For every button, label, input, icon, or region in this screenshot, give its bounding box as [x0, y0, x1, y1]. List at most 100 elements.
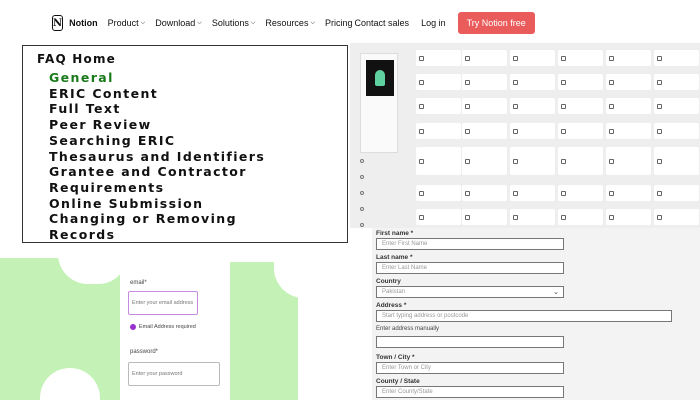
sidebar-item[interactable] — [360, 159, 406, 163]
grid-tile[interactable] — [654, 147, 699, 175]
email-input[interactable]: Enter your email address — [128, 291, 198, 315]
faq-link-searching-eric[interactable]: Searching ERIC — [49, 133, 265, 149]
notion-logo-icon[interactable]: N — [52, 15, 64, 31]
grid-tile[interactable] — [558, 98, 603, 114]
grid-tile[interactable] — [606, 50, 651, 66]
nav-solutions[interactable]: Solutions ⌵ — [212, 18, 256, 28]
grid-tile[interactable] — [606, 209, 651, 225]
nav-product[interactable]: Product ⌵ — [108, 18, 146, 28]
tile-icon — [419, 190, 424, 196]
faq-link-grantee-cont[interactable]: Requirements — [49, 180, 265, 196]
sidebar-item[interactable] — [360, 223, 406, 227]
tile-icon — [561, 214, 566, 220]
notion-brand[interactable]: Notion — [69, 18, 98, 28]
grid-tile[interactable] — [510, 50, 555, 66]
grid-tile[interactable] — [416, 147, 461, 175]
faq-link-eric-content[interactable]: ERIC Content — [49, 86, 265, 102]
tile-icon — [561, 55, 566, 61]
grid-tile[interactable] — [416, 123, 461, 139]
grid-tile[interactable] — [462, 123, 507, 139]
country-select[interactable]: Pakistan ⌄ — [376, 286, 564, 298]
nav-solutions-label: Solutions — [211, 18, 249, 28]
grid-tile[interactable] — [654, 209, 699, 225]
tile-icon — [657, 190, 662, 196]
grid-tile[interactable] — [416, 74, 461, 90]
faq-link-full-text[interactable]: Full Text — [49, 101, 265, 117]
login-link[interactable]: Log in — [421, 18, 446, 28]
faq-link-thesaurus[interactable]: Thesaurus and Identifiers — [49, 149, 265, 165]
tile-icon — [465, 158, 470, 164]
grid-tile[interactable] — [462, 50, 507, 66]
grid-tile[interactable] — [654, 185, 699, 201]
grid-tile[interactable] — [558, 185, 603, 201]
grid-tile[interactable] — [654, 98, 699, 114]
last-name-input[interactable]: Enter Last Name — [376, 262, 564, 274]
grid-tile[interactable] — [606, 123, 651, 139]
grid-tile[interactable] — [558, 147, 603, 175]
sidebar-item[interactable] — [360, 207, 406, 211]
county-input[interactable]: Enter County/State — [376, 386, 564, 398]
faq-link-grantee[interactable]: Grantee and Contractor — [49, 164, 265, 180]
grid-tile[interactable] — [606, 147, 651, 175]
faq-link-changing[interactable]: Changing or Removing — [49, 211, 265, 227]
grid-tile[interactable] — [606, 74, 651, 90]
town-label: Town / City * — [376, 354, 415, 361]
tile-icon — [609, 103, 614, 109]
circle-icon — [360, 223, 364, 227]
grid-tile[interactable] — [462, 98, 507, 114]
book-card[interactable] — [360, 53, 398, 153]
grid-tile[interactable] — [654, 50, 699, 66]
grid-tile[interactable] — [558, 209, 603, 225]
grid-tile[interactable] — [416, 209, 461, 225]
sidebar-item[interactable] — [360, 191, 406, 195]
tile-icon — [465, 79, 470, 85]
grid-tile[interactable] — [462, 147, 507, 175]
grid-tile[interactable] — [558, 74, 603, 90]
enter-address-manually-link[interactable]: Enter address manually — [376, 326, 439, 332]
tile-icon — [465, 55, 470, 61]
town-input[interactable]: Enter Town or City — [376, 362, 564, 374]
email-error: Email Address required — [130, 324, 196, 330]
tile-icon — [561, 190, 566, 196]
tile-icon — [657, 55, 662, 61]
tile-icon — [419, 214, 424, 220]
tile-icon — [513, 128, 518, 134]
grid-tile[interactable] — [462, 209, 507, 225]
nav-contact-sales[interactable]: Contact sales — [355, 18, 410, 28]
grid-tile[interactable] — [510, 74, 555, 90]
grid-tile[interactable] — [416, 98, 461, 114]
faq-link-general[interactable]: General — [49, 70, 265, 86]
email-error-text: Email Address required — [139, 324, 196, 330]
try-notion-free-button[interactable]: Try Notion free — [457, 12, 535, 34]
nav-pricing[interactable]: Pricing — [325, 18, 353, 28]
address-search-input[interactable]: Start typing address or postcode — [376, 310, 672, 322]
grid-tile[interactable] — [510, 147, 555, 175]
nav-download[interactable]: Download ⌵ — [155, 18, 202, 28]
grid-tile[interactable] — [654, 74, 699, 90]
first-name-input[interactable]: Enter First Name — [376, 238, 564, 250]
faq-link-changing-cont[interactable]: Records — [49, 227, 265, 243]
password-input[interactable]: Enter your password — [128, 362, 220, 386]
grid-tile[interactable] — [558, 123, 603, 139]
sidebar-item[interactable] — [360, 175, 406, 179]
faq-title[interactable]: FAQ Home — [37, 52, 116, 66]
grid-tile[interactable] — [510, 123, 555, 139]
grid-tile[interactable] — [462, 185, 507, 201]
grid-tile[interactable] — [654, 123, 699, 139]
grid-tile[interactable] — [416, 50, 461, 66]
grid-tile[interactable] — [416, 185, 461, 201]
grid-tile[interactable] — [510, 185, 555, 201]
grid-tile[interactable] — [510, 209, 555, 225]
manual-address-input[interactable] — [376, 336, 564, 348]
faq-list: General ERIC Content Full Text Peer Revi… — [49, 70, 265, 243]
green-blob-left — [0, 254, 128, 400]
faq-link-peer-review[interactable]: Peer Review — [49, 117, 265, 133]
nav-resources[interactable]: Resources ⌵ — [265, 18, 315, 28]
faq-link-online-submission[interactable]: Online Submission — [49, 196, 265, 212]
grid-tile[interactable] — [606, 98, 651, 114]
tile-icon — [561, 79, 566, 85]
grid-tile[interactable] — [558, 50, 603, 66]
grid-tile[interactable] — [510, 98, 555, 114]
grid-tile[interactable] — [462, 74, 507, 90]
grid-tile[interactable] — [606, 185, 651, 201]
